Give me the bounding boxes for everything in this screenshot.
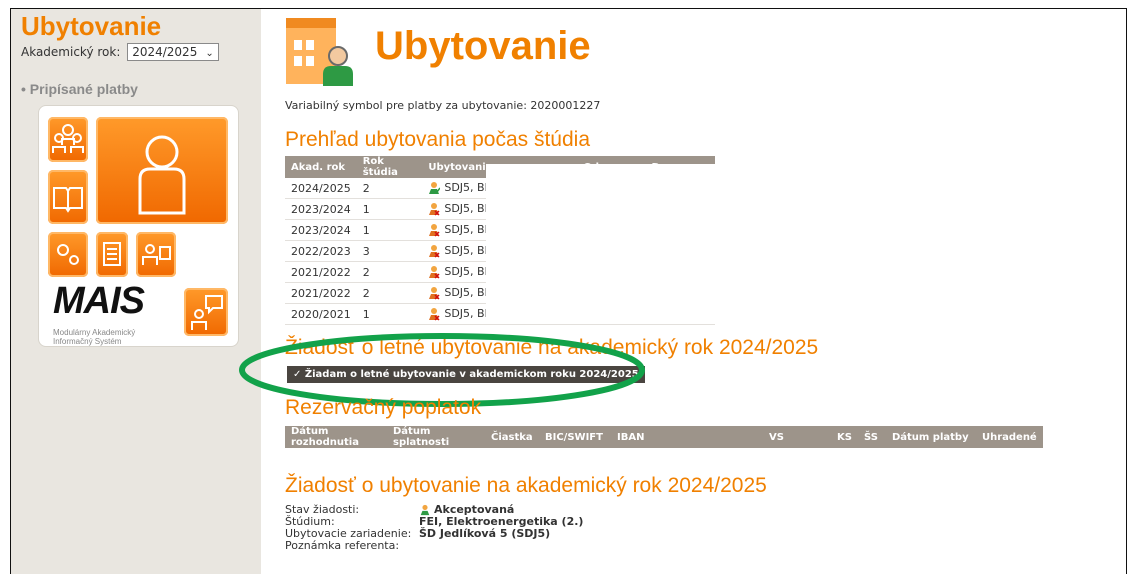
accepted-icon	[429, 182, 441, 194]
ended-icon	[429, 308, 440, 321]
year-cell: 2024/2025	[285, 178, 357, 199]
detail-row: Poznámka referenta:	[285, 540, 583, 552]
fee-column-header: Čiastka	[485, 426, 539, 448]
user-large-icon	[96, 117, 228, 224]
user-card-icon	[136, 232, 176, 277]
ended-icon	[429, 245, 440, 258]
study-year-cell: 3	[356, 240, 423, 262]
book-icon	[48, 170, 88, 224]
request-heading: Žiadosť o ubytovanie na akademický rok 2…	[285, 474, 767, 497]
fee-column-header: KS	[831, 426, 858, 448]
ended-icon	[429, 287, 440, 300]
group-icon	[48, 117, 88, 162]
document-icon	[96, 232, 128, 277]
year-cell: 2023/2024	[285, 198, 357, 220]
redacted-area	[486, 164, 716, 319]
mais-logo-subtitle: Modulárny Akademický Informačný Systém	[53, 328, 136, 346]
detail-value: ŠD Jedlíková 5 (SDJ5)	[419, 527, 551, 540]
study-year-cell: 1	[356, 303, 423, 325]
study-year-cell: 2	[356, 178, 423, 199]
fee-column-header: BIC/SWIFT	[539, 426, 611, 448]
year-cell: 2023/2024	[285, 219, 357, 241]
sidebar-link-payments[interactable]: • Pripísané platby	[21, 81, 138, 97]
study-year-cell: 2	[356, 282, 423, 304]
study-year-cell: 2	[356, 261, 423, 283]
fee-column-header: VS	[763, 426, 831, 448]
year-cell: 2021/2022	[285, 261, 357, 283]
academic-year-label: Akademický rok:	[21, 45, 121, 59]
sidebar-title: Ubytovanie	[21, 11, 162, 41]
request-details: Stav žiadosti: Akceptovaná Štúdium: FEI, El…	[285, 504, 583, 552]
mais-logo: MAIS	[53, 280, 145, 322]
reservation-fee-heading: Rezervačný poplatok	[285, 396, 482, 419]
detail-label: Poznámka referenta:	[285, 539, 400, 552]
ended-icon	[429, 203, 440, 216]
sidebar: Ubytovanie Akademický rok: 2024/2025 ⌄ • …	[11, 9, 261, 574]
study-year-cell: 1	[356, 219, 423, 241]
building-person-icon	[286, 18, 356, 86]
settings-icon	[48, 232, 88, 277]
fee-column-header: Uhradené	[975, 426, 1043, 448]
study-year-cell: 1	[356, 198, 423, 220]
overview-column-header: Rok štúdia	[356, 156, 423, 178]
variable-symbol-text: Variabilný symbol pre platby za ubytovan…	[285, 99, 601, 112]
chevron-down-icon: ⌄	[205, 48, 214, 59]
mais-logo-panel: MAIS Modulárny Akademický Informačný Sys…	[38, 105, 239, 347]
reservation-fee-table: Dátum rozhodnutia Dátum splatnosti Čiastka…	[285, 426, 1043, 448]
ended-icon	[429, 224, 440, 237]
year-cell: 2020/2021	[285, 303, 357, 325]
overview-heading: Prehľad ubytovania počas štúdia	[285, 128, 590, 151]
year-cell: 2021/2022	[285, 282, 357, 304]
overview-column-header: Akad. rok	[285, 156, 357, 178]
fee-column-header: IBAN	[611, 426, 763, 448]
fee-column-header: Dátum platby	[885, 426, 976, 448]
ended-icon	[429, 266, 440, 279]
fee-column-header: Dátum splatnosti	[387, 426, 485, 448]
fee-column-header: Dátum rozhodnutia	[285, 426, 387, 448]
year-cell: 2022/2023	[285, 240, 357, 262]
chat-user-icon	[184, 288, 228, 336]
fee-column-header: ŠS	[857, 426, 886, 448]
academic-year-selector: Akademický rok: 2024/2025 ⌄	[21, 43, 219, 61]
academic-year-select[interactable]: 2024/2025 ⌄	[127, 43, 219, 61]
page-title: Ubytovanie	[375, 24, 591, 68]
